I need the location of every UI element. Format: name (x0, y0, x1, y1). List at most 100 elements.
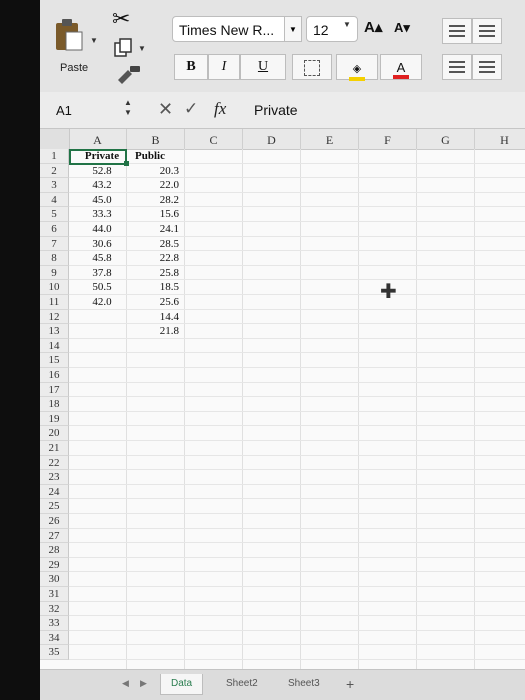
row-header[interactable]: 19 (40, 411, 69, 427)
column-header[interactable]: E (301, 129, 359, 149)
row-header[interactable]: 28 (40, 543, 69, 558)
row-header[interactable]: 20 (40, 426, 69, 441)
cell[interactable]: 14.4 (127, 310, 185, 325)
row-header[interactable]: 25 (40, 499, 69, 514)
cell[interactable]: 43.2 (69, 178, 127, 193)
cell[interactable]: 25.6 (127, 295, 185, 310)
cell[interactable]: 28.2 (127, 193, 185, 208)
cell[interactable]: 21.8 (127, 324, 185, 339)
row-header[interactable]: 29 (40, 557, 69, 573)
row-header[interactable]: 3 (40, 178, 69, 193)
font-name-dropdown[interactable]: ▼ (284, 16, 302, 42)
column-header[interactable]: C (185, 129, 243, 149)
row-header[interactable]: 23 (40, 470, 69, 485)
cell[interactable]: 25.8 (127, 266, 185, 281)
paste-dropdown-caret[interactable]: ▼ (90, 36, 98, 45)
fill-handle[interactable] (124, 160, 129, 166)
cell[interactable]: 30.6 (69, 237, 127, 252)
prev-sheet-icon[interactable]: ◀ (122, 678, 129, 689)
bold-button[interactable]: B (174, 54, 208, 80)
checkmark-icon[interactable]: ✓ (184, 99, 198, 119)
underline-button[interactable]: U (240, 54, 286, 80)
font-name-field[interactable]: Times New R... (172, 16, 290, 42)
column-header[interactable]: D (243, 129, 301, 149)
row-header[interactable]: 9 (40, 265, 69, 281)
add-sheet-button[interactable]: + (346, 676, 354, 692)
cell[interactable]: 44.0 (69, 222, 127, 237)
sheet-tab-sheet3[interactable]: Sheet3 (278, 674, 330, 694)
align-left-button[interactable] (442, 54, 472, 80)
row-header[interactable]: 22 (40, 455, 69, 471)
italic-button[interactable]: I (208, 54, 240, 80)
fill-color-button[interactable]: ◈ (336, 54, 378, 81)
column-header[interactable]: H (475, 129, 525, 149)
borders-button[interactable] (292, 54, 332, 80)
column-header[interactable]: G (417, 129, 475, 149)
row-header[interactable]: 8 (40, 251, 69, 266)
increase-font-size-button[interactable]: A▴ (364, 18, 382, 36)
cell[interactable]: 22.8 (127, 251, 185, 266)
font-color-button[interactable]: A (380, 54, 422, 80)
row-header[interactable]: 30 (40, 572, 69, 587)
format-painter-icon[interactable] (116, 64, 142, 86)
row-header[interactable]: 7 (40, 236, 69, 252)
cut-icon[interactable]: ✂ (112, 8, 130, 30)
row-header[interactable]: 18 (40, 397, 69, 412)
row-header[interactable]: 15 (40, 353, 69, 368)
row-header[interactable]: 13 (40, 324, 69, 339)
name-box-stepper[interactable]: ▲ ▼ (124, 98, 132, 118)
row-header[interactable]: 27 (40, 528, 69, 544)
row-header[interactable]: 34 (40, 630, 69, 646)
row-header[interactable]: 17 (40, 382, 69, 398)
row-header[interactable]: 24 (40, 484, 69, 500)
copy-icon[interactable] (114, 38, 134, 58)
function-icon[interactable]: fx (214, 99, 226, 119)
row-header[interactable]: 16 (40, 368, 69, 383)
cancel-icon[interactable]: ✕ (158, 99, 173, 120)
cell[interactable]: Public (127, 149, 185, 164)
spreadsheet-grid[interactable]: ABCDEFGH 1 2 3 4 5 6 7 8 9 10 11 12 13 14 15 16 17 18 19 20… (40, 129, 525, 669)
row-header[interactable]: 33 (40, 616, 69, 631)
select-all-corner[interactable] (40, 129, 70, 149)
align-center-button[interactable] (472, 54, 502, 80)
cell[interactable]: 28.5 (127, 237, 185, 252)
copy-dropdown-caret[interactable]: ▼ (138, 44, 146, 53)
cell[interactable]: 18.5 (127, 280, 185, 295)
font-size-dropdown[interactable]: ▼ (343, 20, 351, 29)
row-header[interactable]: 5 (40, 207, 69, 222)
row-header[interactable]: 10 (40, 280, 69, 295)
cell[interactable]: 15.6 (127, 207, 185, 222)
column-header[interactable]: A (69, 129, 127, 149)
cell[interactable]: 37.8 (69, 266, 127, 281)
row-header[interactable]: 6 (40, 222, 69, 237)
decrease-font-size-button[interactable]: A▾ (394, 20, 410, 36)
row-header[interactable]: 31 (40, 587, 69, 602)
cell[interactable]: 42.0 (69, 295, 127, 310)
column-header[interactable]: B (127, 129, 185, 149)
row-header[interactable]: 21 (40, 441, 69, 456)
paste-icon[interactable] (54, 18, 84, 52)
sheet-tab-data[interactable]: Data (160, 674, 204, 695)
next-sheet-icon[interactable]: ▶ (140, 678, 147, 689)
cell[interactable]: 22.0 (127, 178, 185, 193)
align-middle-button[interactable] (472, 18, 502, 44)
row-header[interactable]: 35 (40, 645, 69, 660)
row-header[interactable]: 32 (40, 601, 69, 617)
row-header[interactable]: 14 (40, 338, 69, 354)
row-header[interactable]: 12 (40, 309, 69, 325)
cell[interactable]: 45.0 (69, 193, 127, 208)
cell[interactable]: 45.8 (69, 251, 127, 266)
cell[interactable]: 20.3 (127, 164, 185, 179)
cell[interactable]: 24.1 (127, 222, 185, 237)
formula-input[interactable]: Private (254, 102, 298, 118)
cell[interactable]: 50.5 (69, 280, 127, 295)
row-header[interactable]: 2 (40, 163, 69, 179)
cell[interactable]: 52.8 (69, 164, 127, 179)
row-header[interactable]: 4 (40, 192, 69, 208)
row-header[interactable]: 11 (40, 295, 69, 310)
row-header[interactable]: 26 (40, 514, 69, 529)
column-header[interactable]: F (359, 129, 417, 149)
name-box[interactable]: A1 (56, 103, 72, 118)
align-top-button[interactable] (442, 18, 472, 44)
cell[interactable]: 33.3 (69, 207, 127, 222)
